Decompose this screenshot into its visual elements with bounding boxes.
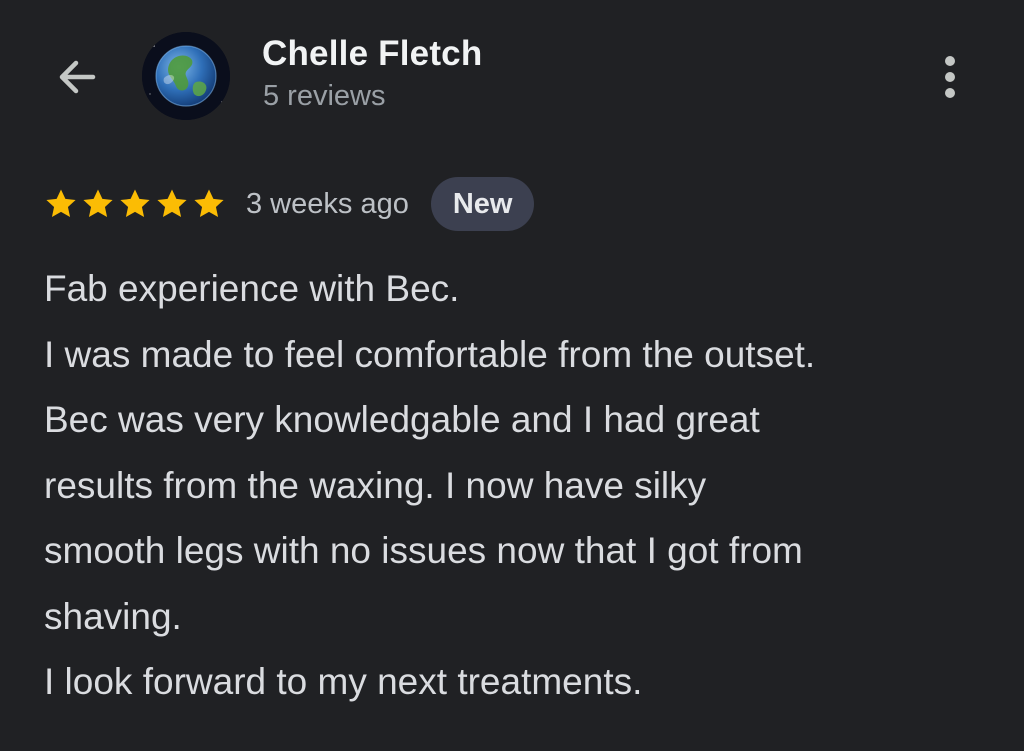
back-button[interactable] xyxy=(46,46,108,108)
avatar[interactable] xyxy=(142,32,230,120)
star-rating xyxy=(44,187,226,221)
review-line: I look forward to my next treatments. xyxy=(44,661,643,702)
review-count: 5 reviews xyxy=(263,80,386,112)
review-time: 3 weeks ago xyxy=(246,187,409,220)
star-icon xyxy=(120,189,150,218)
review-line: shaving. xyxy=(44,595,182,637)
arrow-left-icon xyxy=(59,60,96,94)
star-icon xyxy=(194,189,224,218)
reviewer-header: Chelle Fletch 5 reviews xyxy=(0,0,1024,150)
review-meta: 3 weeks ago New xyxy=(44,176,535,232)
more-vert-icon xyxy=(945,56,955,98)
review-line: Fab experience with Bec. xyxy=(44,268,460,309)
reviewer-name[interactable]: Chelle Fletch xyxy=(262,34,482,74)
earth-globe-icon xyxy=(142,32,230,120)
more-options-button[interactable] xyxy=(926,46,974,108)
review-line: I was made to feel comfortable from the … xyxy=(44,333,816,375)
review-text: Fab experience with Bec. I was made to fe… xyxy=(44,256,1004,715)
review-line: results from the waxing. I now have silk… xyxy=(44,464,707,506)
star-icon xyxy=(83,189,113,218)
star-icon xyxy=(157,189,187,218)
review-line: Bec was very knowledgable and I had grea… xyxy=(44,399,760,440)
star-icon xyxy=(46,189,76,218)
review-line: smooth legs with no issues now that I go… xyxy=(44,530,803,571)
new-badge: New xyxy=(430,177,535,231)
